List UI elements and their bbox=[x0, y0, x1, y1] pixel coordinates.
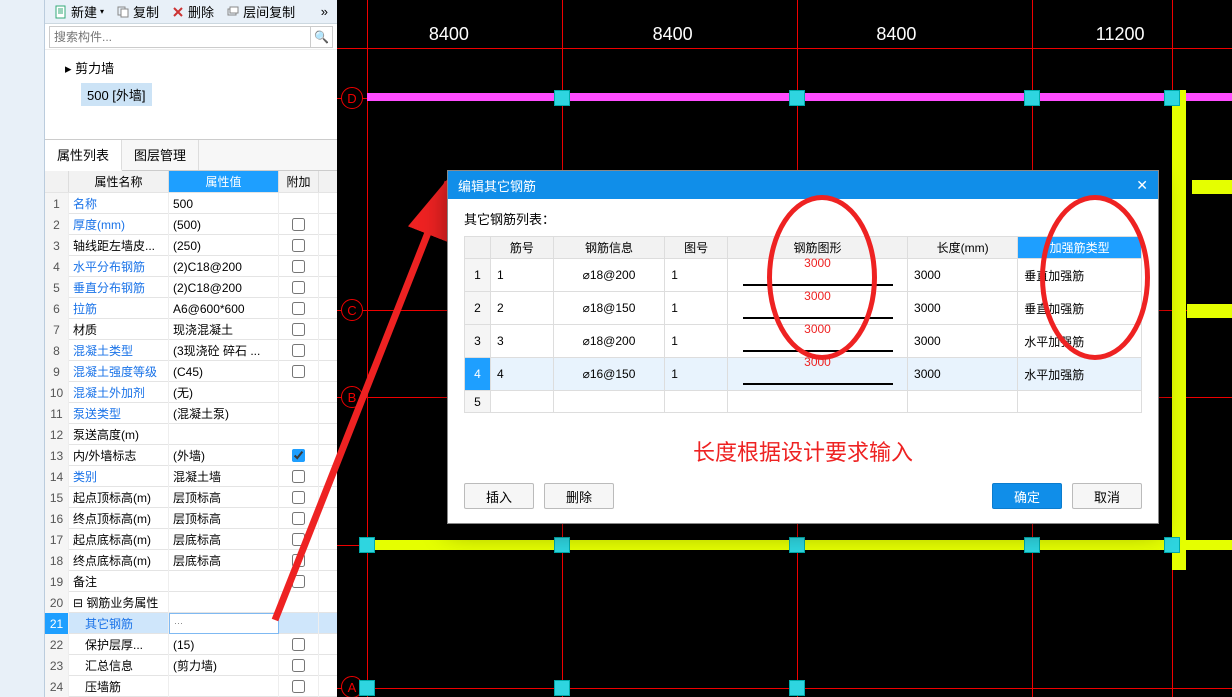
rebar-info[interactable]: ⌀16@150 bbox=[553, 358, 665, 391]
node-d-2[interactable] bbox=[789, 90, 805, 106]
node-m-1[interactable] bbox=[554, 537, 570, 553]
rebar-row-empty[interactable]: 5 bbox=[465, 391, 1142, 413]
rebar-row[interactable]: 44⌀16@150130003000水平加强筋 bbox=[465, 358, 1142, 391]
node-d-3[interactable] bbox=[1024, 90, 1040, 106]
rt-head-len: 长度(mm) bbox=[908, 237, 1018, 259]
prop-idx: 24 bbox=[45, 676, 69, 697]
prop-extra[interactable] bbox=[279, 676, 319, 697]
annotation-arrow bbox=[0, 0, 500, 650]
rebar-idx: 2 bbox=[465, 292, 491, 325]
rt-head-no: 筋号 bbox=[491, 237, 554, 259]
rebar-no[interactable]: 3 bbox=[491, 325, 554, 358]
prop-idx: 23 bbox=[45, 655, 69, 676]
rebar-idx: 3 bbox=[465, 325, 491, 358]
rt-head-info: 钢筋信息 bbox=[553, 237, 665, 259]
wall-branch-2[interactable] bbox=[1187, 304, 1232, 318]
rebar-info[interactable]: ⌀18@200 bbox=[553, 325, 665, 358]
rebar-no[interactable]: 4 bbox=[491, 358, 554, 391]
rebar-idx: 4 bbox=[465, 358, 491, 391]
rebar-no[interactable]: 1 bbox=[491, 259, 554, 292]
node-m-2[interactable] bbox=[789, 537, 805, 553]
dialog-cancel-button[interactable]: 取消 bbox=[1072, 483, 1142, 509]
dim-2: 8400 bbox=[561, 24, 785, 48]
prop-row[interactable]: 23 汇总信息(剪力墙) bbox=[45, 655, 337, 676]
annotation-circle-type bbox=[1040, 195, 1150, 360]
rt-head-idx bbox=[465, 237, 491, 259]
dialog-close-button[interactable]: ✕ bbox=[1136, 177, 1148, 194]
prop-name: 压墙筋 bbox=[69, 676, 169, 697]
wall-right[interactable] bbox=[1172, 90, 1186, 570]
dialog-titlebar[interactable]: 编辑其它钢筋 ✕ bbox=[448, 171, 1158, 199]
prop-extra[interactable] bbox=[279, 655, 319, 676]
node-m-4[interactable] bbox=[1164, 537, 1180, 553]
dialog-ok-button[interactable]: 确定 bbox=[992, 483, 1062, 509]
dialog-insert-button[interactable]: 插入 bbox=[464, 483, 534, 509]
rebar-info[interactable]: ⌀18@200 bbox=[553, 259, 665, 292]
dialog-delete-button[interactable]: 删除 bbox=[544, 483, 614, 509]
node-m-3[interactable] bbox=[1024, 537, 1040, 553]
rebar-idx: 1 bbox=[465, 259, 491, 292]
node-d-4[interactable] bbox=[1164, 90, 1180, 106]
rebar-len[interactable]: 3000 bbox=[908, 259, 1018, 292]
rebar-tuhao[interactable]: 1 bbox=[665, 259, 728, 292]
rt-head-tuhao: 图号 bbox=[665, 237, 728, 259]
rebar-len[interactable]: 3000 bbox=[908, 358, 1018, 391]
node-a-1[interactable] bbox=[554, 680, 570, 696]
rebar-len[interactable]: 3000 bbox=[908, 292, 1018, 325]
wall-branch-1[interactable] bbox=[1192, 180, 1232, 194]
rebar-idx: 5 bbox=[465, 391, 491, 413]
node-a-2[interactable] bbox=[789, 680, 805, 696]
dim-3: 8400 bbox=[785, 24, 1009, 48]
node-a-0[interactable] bbox=[359, 680, 375, 696]
prop-name: 汇总信息 bbox=[69, 655, 169, 676]
rebar-no[interactable]: 2 bbox=[491, 292, 554, 325]
rebar-len[interactable]: 3000 bbox=[908, 325, 1018, 358]
node-d-1[interactable] bbox=[554, 90, 570, 106]
dialog-button-row: 插入 删除 确定 取消 bbox=[464, 483, 1142, 509]
rebar-type[interactable]: 水平加强筋 bbox=[1018, 358, 1142, 391]
rebar-shape[interactable]: 3000 bbox=[728, 358, 908, 391]
rebar-tuhao[interactable]: 1 bbox=[665, 292, 728, 325]
rebar-tuhao[interactable]: 1 bbox=[665, 325, 728, 358]
prop-value[interactable] bbox=[169, 676, 279, 697]
prop-value[interactable]: (剪力墙) bbox=[169, 655, 279, 676]
prop-row[interactable]: 24 压墙筋 bbox=[45, 676, 337, 697]
dialog-title-text: 编辑其它钢筋 bbox=[458, 176, 536, 195]
dialog-note: 长度根据设计要求输入 bbox=[464, 435, 1142, 467]
annotation-circle-shape bbox=[767, 195, 877, 360]
rebar-info[interactable]: ⌀18@150 bbox=[553, 292, 665, 325]
rebar-tuhao[interactable]: 1 bbox=[665, 358, 728, 391]
dim-4: 11200 bbox=[1008, 24, 1232, 48]
axis-a-line bbox=[337, 688, 1232, 689]
